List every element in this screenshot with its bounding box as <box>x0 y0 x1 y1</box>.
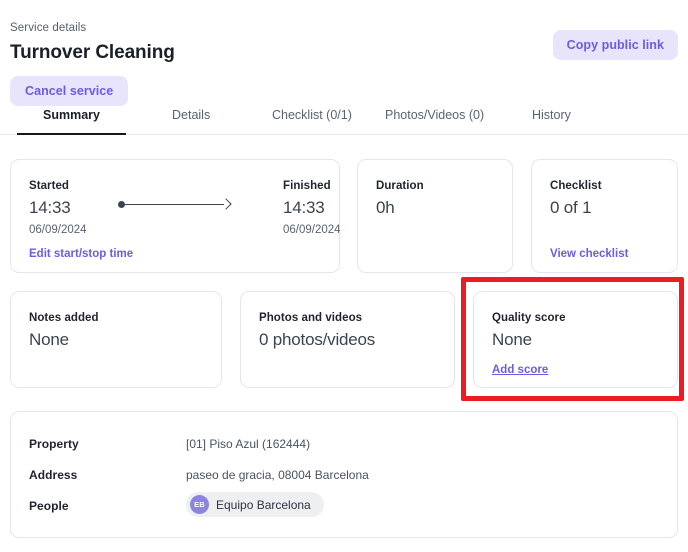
tab-photos-videos[interactable]: Photos/Videos (0) <box>385 104 484 135</box>
tab-checklist[interactable]: Checklist (0/1) <box>272 104 352 135</box>
person-name: Equipo Barcelona <box>216 497 311 512</box>
property-label: Property <box>29 437 79 451</box>
quality-score-label: Quality score <box>492 312 566 324</box>
property-info-panel: Property [01] Piso Azul (162444) Address… <box>10 411 678 538</box>
property-value: [01] Piso Azul (162444) <box>186 437 311 451</box>
notes-added-label: Notes added <box>29 312 99 324</box>
tab-bar: Summary Details Checklist (0/1) Photos/V… <box>0 104 688 135</box>
address-value: paseo de gracia, 08004 Barcelona <box>186 468 369 482</box>
photos-and-videos-value: 0 photos/videos <box>259 330 376 349</box>
notes-added-card: Notes added None <box>10 291 222 388</box>
checklist-card: Checklist 0 of 1 View checklist <box>531 159 678 273</box>
started-label: Started <box>29 180 69 192</box>
duration-value: 0h <box>376 198 395 217</box>
cancel-service-button[interactable]: Cancel service <box>10 76 129 106</box>
tab-history[interactable]: History <box>532 104 571 135</box>
finished-value: 14:33 <box>283 198 325 217</box>
tab-details[interactable]: Details <box>172 104 210 135</box>
service-details-page: Service details Turnover Cleaning Cancel… <box>0 0 688 552</box>
started-date: 06/09/2024 <box>29 224 87 236</box>
finished-date: 06/09/2024 <box>283 224 341 236</box>
notes-added-value: None <box>29 330 69 349</box>
address-label: Address <box>29 468 78 482</box>
view-checklist-link[interactable]: View checklist <box>550 248 628 260</box>
photos-and-videos-label: Photos and videos <box>259 312 363 324</box>
finished-label: Finished <box>283 180 331 192</box>
duration-label: Duration <box>376 180 424 192</box>
tab-summary[interactable]: Summary <box>17 104 126 135</box>
checklist-value: 0 of 1 <box>550 198 592 217</box>
copy-public-link-button[interactable]: Copy public link <box>552 30 678 60</box>
started-finished-card: Started 14:33 06/09/2024 Edit start/stop… <box>10 159 341 273</box>
started-value: 14:33 <box>29 198 71 217</box>
avatar: EB <box>190 495 209 514</box>
quality-score-card: Quality score None Add score <box>473 291 678 388</box>
checklist-label: Checklist <box>550 180 602 192</box>
edit-start-stop-time-link[interactable]: Edit start/stop time <box>29 248 133 260</box>
photos-and-videos-card: Photos and videos 0 photos/videos <box>240 291 455 388</box>
add-score-link[interactable]: Add score <box>492 364 548 376</box>
quality-score-value: None <box>492 330 532 349</box>
person-chip-equipo-barcelona[interactable]: EB Equipo Barcelona <box>186 492 324 517</box>
timeline-arrow-icon <box>118 197 232 210</box>
people-label: People <box>29 499 69 513</box>
duration-card: Duration 0h <box>357 159 513 273</box>
